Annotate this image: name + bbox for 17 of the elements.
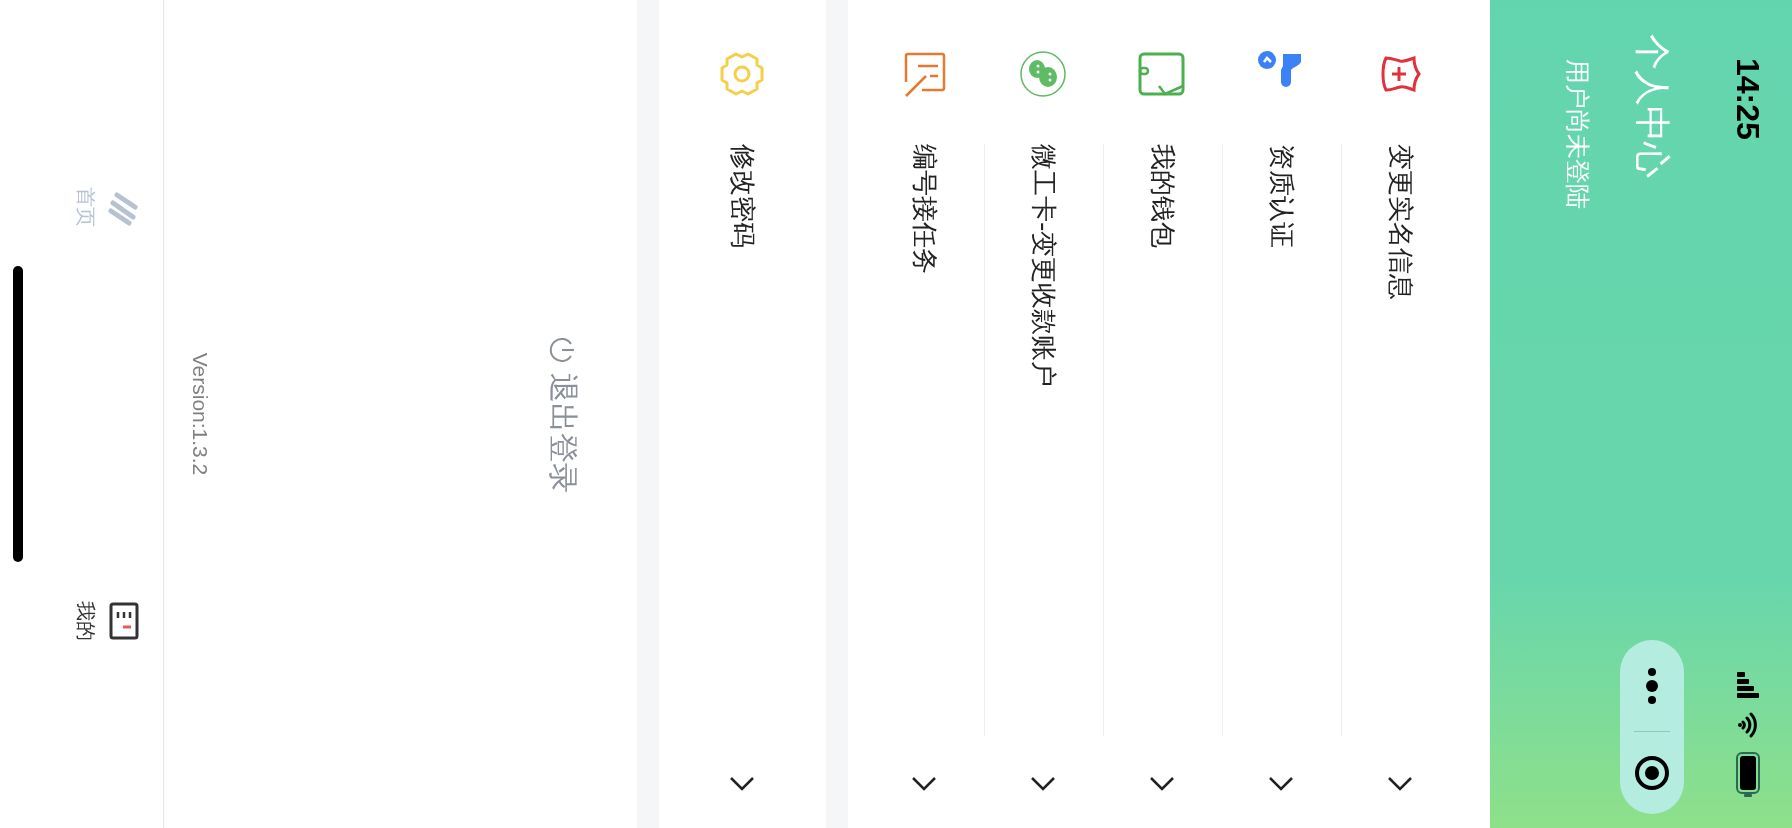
version-text: Version:1.3.2 — [188, 352, 212, 476]
menu-label: 编号接任务 — [909, 144, 941, 274]
menu-label: 微工卡-变更收款账户 — [1028, 144, 1061, 388]
menu-label: 变更实名信息 — [1385, 144, 1418, 300]
menu-item[interactable]: 编号接任务 — [865, 0, 984, 828]
tab-item[interactable]: 我的 — [0, 414, 163, 828]
menu-item[interactable]: 修改密码 — [683, 0, 802, 828]
login-status: 用户尚未登陆 — [1562, 58, 1593, 211]
menu-item[interactable]: 变更实名信息 — [1341, 0, 1460, 828]
menu-item[interactable]: 资质认证 — [1222, 0, 1341, 828]
status-time: 14:25 — [1729, 58, 1767, 140]
menu-item[interactable]: 我的钱包 — [1103, 0, 1222, 828]
menu-label: 资质认证 — [1266, 144, 1299, 248]
menu-item[interactable]: 微工卡-变更收款账户 — [984, 0, 1103, 828]
page-title: 个人中心 — [1631, 34, 1675, 178]
menu-label: 修改密码 — [727, 144, 759, 248]
menu-label: 我的钱包 — [1147, 144, 1180, 248]
